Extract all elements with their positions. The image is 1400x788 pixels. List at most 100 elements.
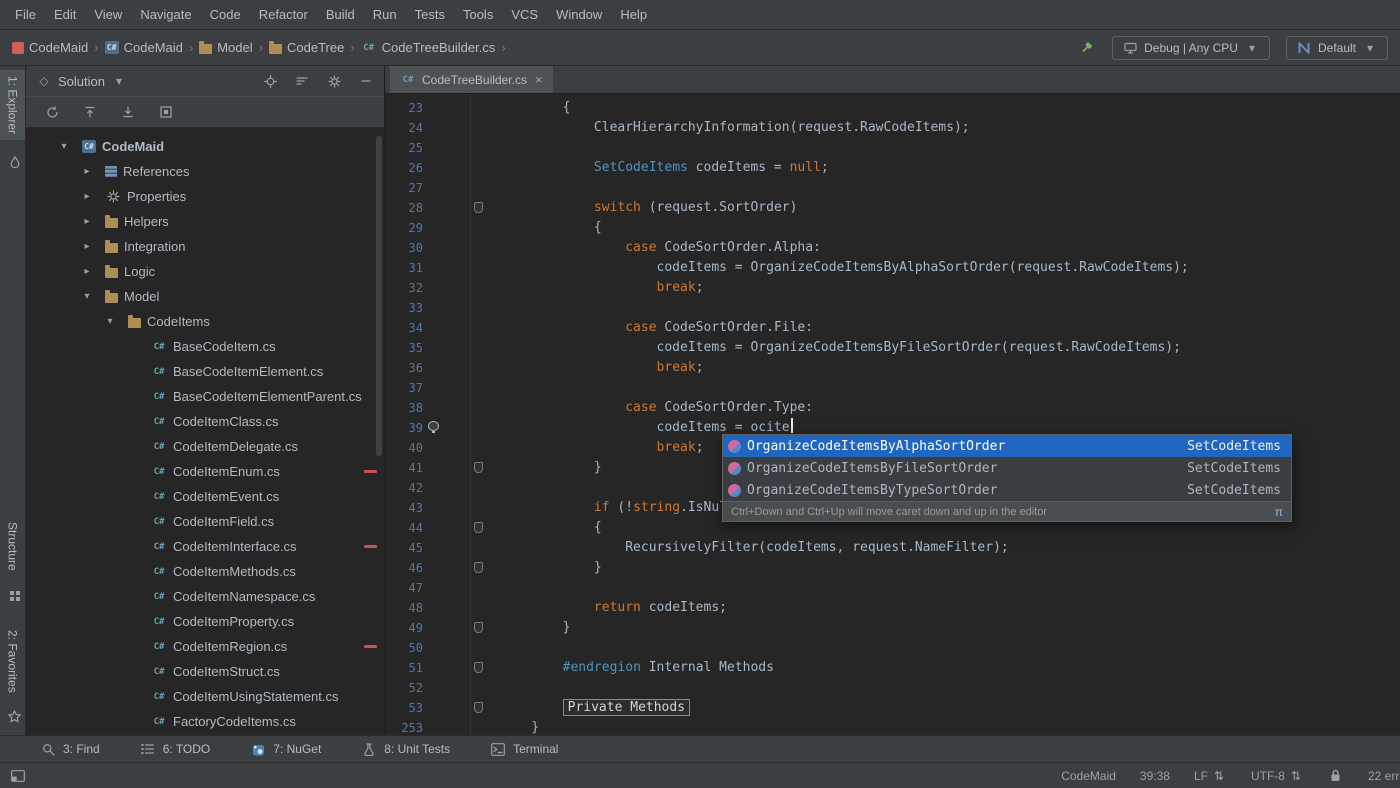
code-text[interactable]: } <box>500 718 539 735</box>
toolwindow-button-terminal[interactable]: Terminal <box>490 741 558 757</box>
fold-region-icon[interactable] <box>474 622 483 633</box>
toolwindow-button-unit-tests[interactable]: 8: Unit Tests <box>361 741 450 757</box>
tree-item-codeitemusingstatement-cs[interactable]: C#CodeItemUsingStatement.cs <box>26 684 384 709</box>
code-text[interactable]: break; <box>500 278 704 298</box>
line-separator-widget[interactable]: LF ⇅ <box>1194 768 1227 784</box>
code-text[interactable]: case CodeSortOrder.Type: <box>500 398 813 418</box>
tree-item-codeitemdelegate-cs[interactable]: C#CodeItemDelegate.cs <box>26 434 384 459</box>
code-text[interactable]: } <box>500 618 570 638</box>
tab-codetreebuilder[interactable]: C# CodeTreeBuilder.cs × <box>390 66 553 93</box>
fold-region-icon[interactable] <box>474 562 483 573</box>
build-hammer-icon[interactable] <box>1080 40 1096 56</box>
tree-item-codeitemnamespace-cs[interactable]: C#CodeItemNamespace.cs <box>26 584 384 609</box>
toolwindow-switcher-icon[interactable] <box>10 768 26 784</box>
lock-icon[interactable] <box>1328 768 1344 784</box>
code-text[interactable]: break; <box>500 438 704 458</box>
star-icon[interactable] <box>6 708 22 724</box>
menu-build[interactable]: Build <box>317 7 364 22</box>
tree-item-codeitemevent-cs[interactable]: C#CodeItemEvent.cs <box>26 484 384 509</box>
intention-bulb-icon[interactable] <box>428 421 439 431</box>
tree-item-model[interactable]: ▾Model <box>26 284 384 309</box>
filter-icon[interactable] <box>294 73 310 89</box>
chevron-down-icon[interactable]: ▾ <box>102 316 118 327</box>
code-text[interactable]: } <box>500 558 602 578</box>
tree-item-helpers[interactable]: ▸Helpers <box>26 209 384 234</box>
tree-item-codeitemclass-cs[interactable]: C#CodeItemClass.cs <box>26 409 384 434</box>
completion-item-1[interactable]: OrganizeCodeItemsByFileSortOrderSetCodeI… <box>723 457 1291 479</box>
tree-item-codeitemstruct-cs[interactable]: C#CodeItemStruct.cs <box>26 659 384 684</box>
menu-tests[interactable]: Tests <box>406 7 454 22</box>
breadcrumb-item-3[interactable]: CodeTree <box>269 40 344 55</box>
tree-item-references[interactable]: ▸References <box>26 159 384 184</box>
toolwindow-button-todo[interactable]: 6: TODO <box>140 741 211 757</box>
completion-item-2[interactable]: OrganizeCodeItemsByTypeSortOrderSetCodeI… <box>723 479 1291 501</box>
breadcrumb-item-0[interactable]: CodeMaid <box>12 40 88 55</box>
tree-item-codeitemproperty-cs[interactable]: C#CodeItemProperty.cs <box>26 609 384 634</box>
tree-item-codeitemregion-cs[interactable]: C#CodeItemRegion.cs <box>26 634 384 659</box>
code-text[interactable]: Private Methods <box>500 698 690 718</box>
chevron-down-icon[interactable]: ▾ <box>111 73 127 89</box>
tree-item-basecodeitem-cs[interactable]: C#BaseCodeItem.cs <box>26 334 384 359</box>
menu-code[interactable]: Code <box>201 7 250 22</box>
breadcrumb-item-1[interactable]: C#CodeMaid <box>105 40 183 55</box>
menu-view[interactable]: View <box>85 7 131 22</box>
menu-refactor[interactable]: Refactor <box>250 7 317 22</box>
tree-item-codeitems[interactable]: ▾CodeItems <box>26 309 384 334</box>
expand-all-icon[interactable] <box>120 104 136 120</box>
code-text[interactable]: ClearHierarchyInformation(request.RawCod… <box>500 118 970 138</box>
tree-item-codeitemmethods-cs[interactable]: C#CodeItemMethods.cs <box>26 559 384 584</box>
tree-item-logic[interactable]: ▸Logic <box>26 259 384 284</box>
collapse-all-icon[interactable] <box>82 104 98 120</box>
grid-icon[interactable] <box>7 588 23 604</box>
tree-item-codeitemenum-cs[interactable]: C#CodeItemEnum.cs <box>26 459 384 484</box>
fold-region-icon[interactable] <box>474 662 483 673</box>
code-text[interactable]: return codeItems; <box>500 598 727 618</box>
run-configuration-selector[interactable]: Debug | Any CPU ▾ <box>1112 36 1270 60</box>
fold-region-icon[interactable] <box>474 202 483 213</box>
menu-window[interactable]: Window <box>547 7 611 22</box>
toolwindow-button-favorites[interactable]: 2: Favorites <box>0 624 25 699</box>
chevron-right-icon[interactable]: ▸ <box>79 191 95 202</box>
tree-item-basecodeitemelementparent-cs[interactable]: C#BaseCodeItemElementParent.cs <box>26 384 384 409</box>
chevron-right-icon[interactable]: ▸ <box>79 266 95 277</box>
encoding-widget[interactable]: UTF-8 ⇅ <box>1251 768 1304 784</box>
toolwindow-button-nuget[interactable]: 7: NuGet <box>250 741 321 757</box>
code-text[interactable]: case CodeSortOrder.Alpha: <box>500 238 821 258</box>
code-text[interactable]: { <box>500 98 570 118</box>
tree-item-codeitemfield-cs[interactable]: C#CodeItemField.cs <box>26 509 384 534</box>
tree-scrollbar[interactable] <box>376 136 382 456</box>
error-count[interactable]: 22 errors <box>1368 769 1400 783</box>
panel-title[interactable]: Solution <box>58 74 105 89</box>
code-text[interactable]: codeItems = OrganizeCodeItemsByAlphaSort… <box>500 258 1189 278</box>
code-text[interactable]: RecursivelyFilter(codeItems, request.Nam… <box>500 538 1009 558</box>
breadcrumb-item-4[interactable]: C#CodeTreeBuilder.cs <box>361 40 496 56</box>
fold-region-icon[interactable] <box>474 522 483 533</box>
chevron-down-icon[interactable]: ▾ <box>56 141 72 152</box>
menu-file[interactable]: File <box>6 7 45 22</box>
menu-help[interactable]: Help <box>611 7 656 22</box>
code-text[interactable]: break; <box>500 358 704 378</box>
chevron-right-icon[interactable]: ▸ <box>79 241 95 252</box>
breadcrumb-item-2[interactable]: Model <box>199 40 252 55</box>
fold-region-icon[interactable] <box>474 462 483 473</box>
chevron-down-icon[interactable]: ▾ <box>79 291 95 302</box>
completion-item-0[interactable]: OrganizeCodeItemsByAlphaSortOrderSetCode… <box>723 435 1291 457</box>
toolwindow-button-find[interactable]: 3: Find <box>40 741 100 757</box>
code-text[interactable]: SetCodeItems codeItems = null; <box>500 158 829 178</box>
toolwindow-button-structure[interactable]: Structure <box>0 516 25 577</box>
hide-icon[interactable] <box>358 73 374 89</box>
code-text[interactable]: #endregion Internal Methods <box>500 658 774 678</box>
chevron-right-icon[interactable]: ▸ <box>79 216 95 227</box>
sync-icon[interactable] <box>44 104 60 120</box>
code-text[interactable]: } <box>500 458 602 478</box>
code-text[interactable]: { <box>500 518 602 538</box>
menu-run[interactable]: Run <box>364 7 406 22</box>
tab-close-icon[interactable]: × <box>535 72 543 87</box>
code-text[interactable]: codeItems = OrganizeCodeItemsByFileSortO… <box>500 338 1181 358</box>
menu-navigate[interactable]: Navigate <box>131 7 200 22</box>
droplet-icon[interactable] <box>7 154 23 170</box>
tree-item-integration[interactable]: ▸Integration <box>26 234 384 259</box>
menu-edit[interactable]: Edit <box>45 7 85 22</box>
editor-content[interactable]: 23 {24 ClearHierarchyInformation(request… <box>385 98 1400 735</box>
locate-icon[interactable] <box>262 73 278 89</box>
